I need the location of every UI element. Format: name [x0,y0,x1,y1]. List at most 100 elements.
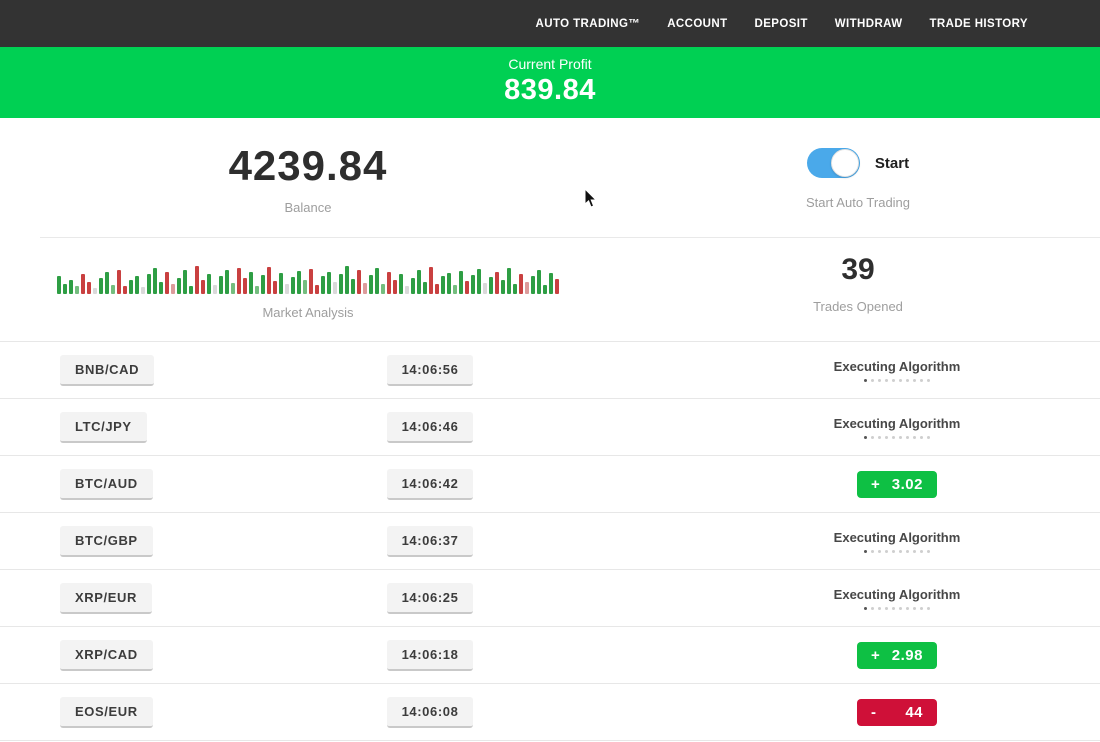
progress-dot [927,607,930,610]
result-sign: - [871,704,877,721]
status-cell: +2.98 [642,642,1100,669]
market-bar [273,281,277,294]
pair-badge: BTC/GBP [60,526,153,557]
status-cell: Executing Algorithm [642,416,1100,439]
progress-dot [878,436,881,439]
profit-banner-value: 839.84 [0,74,1100,107]
market-bar [369,275,373,294]
market-bar [453,285,457,294]
progress-dot [906,607,909,610]
nav-item-account[interactable]: ACCOUNT [667,18,727,30]
market-bar [153,268,157,294]
market-bar [105,272,109,294]
trade-row: BNB/CAD14:06:56Executing Algorithm [0,342,1100,399]
market-bar [399,274,403,294]
time-badge: 14:06:37 [387,526,474,557]
market-bar [297,271,301,294]
market-bar [147,274,151,294]
progress-dot [885,550,888,553]
market-bar [291,277,295,294]
result-value: 44 [905,704,923,721]
market-bar [417,270,421,294]
market-bar [411,278,415,294]
market-bar [183,270,187,294]
progress-dot [878,379,881,382]
trades-opened-stat: 39 Trades Opened [616,238,1100,341]
nav-item-withdraw[interactable]: WITHDRAW [835,18,903,30]
progress-dot [920,550,923,553]
market-bar [465,281,469,294]
market-bar [285,284,289,294]
executing-progress-dots [864,607,930,610]
progress-dot [892,550,895,553]
market-bar [231,283,235,294]
market-bar [63,284,67,294]
market-analysis-label: Market Analysis [0,305,616,320]
market-bar [99,278,103,294]
pair-badge: EOS/EUR [60,697,153,728]
market-bar [441,276,445,294]
market-bar [513,284,517,294]
status-cell: Executing Algorithm [642,530,1100,553]
market-bar [405,286,409,294]
trade-row: BTC/GBP 14:06:37 Executing Algorithm [0,513,1100,570]
market-bar [351,279,355,294]
market-bar [519,274,523,294]
nav-item-trade-history[interactable]: TRADE HISTORY [930,18,1029,30]
market-bar [363,283,367,294]
market-bar [87,282,91,294]
trade-row: EOS/EUR 14:06:08 - 44 [0,684,1100,741]
market-bar [75,286,79,294]
market-bar [339,274,343,294]
progress-dot [899,607,902,610]
progress-dot [927,379,930,382]
market-bar [261,275,265,294]
market-bar [543,285,547,294]
time-badge: 14:06:42 [387,469,474,500]
result-value: 2.98 [892,647,923,664]
executing-label: Executing Algorithm [834,530,961,545]
progress-dot [906,379,909,382]
market-bar [177,278,181,294]
trades-list: BNB/CAD14:06:56Executing AlgorithmLTC/JP… [0,341,1100,741]
market-bar [225,270,229,294]
result-sign: + [871,647,880,664]
executing-progress-dots [864,379,930,382]
market-bar [243,278,247,294]
progress-dot [892,379,895,382]
market-bar [201,280,205,294]
market-bar [129,280,133,294]
progress-dot [906,436,909,439]
executing-label: Executing Algorithm [834,587,961,602]
market-analysis-chart [0,262,616,294]
pair-badge: XRP/EUR [60,583,152,614]
market-bar [237,268,241,294]
market-bar [381,284,385,294]
market-bar [447,273,451,294]
market-bar [555,279,559,294]
time-badge: 14:06:46 [387,412,474,443]
market-bar [111,285,115,294]
nav-item-auto-trading-[interactable]: AUTO TRADING™ [536,18,641,30]
trades-opened-label: Trades Opened [616,299,1100,314]
nav-item-deposit[interactable]: DEPOSIT [755,18,808,30]
market-bar [159,282,163,294]
market-bar [321,276,325,294]
market-bar [495,272,499,294]
market-bar [357,270,361,294]
executing-progress-dots [864,436,930,439]
market-bar [501,280,505,294]
time-badge: 14:06:08 [387,697,474,728]
market-bar [81,274,85,294]
progress-dot [913,379,916,382]
progress-dot [899,379,902,382]
status-cell: Executing Algorithm [642,359,1100,382]
market-bar [507,268,511,294]
auto-trading-toggle[interactable] [807,148,860,178]
status-cell: - 44 [642,699,1100,726]
market-bar [393,280,397,294]
trade-row: XRP/EUR14:06:25Executing Algorithm [0,570,1100,627]
market-bar [213,285,217,294]
market-bar [303,280,307,294]
market-bar [195,266,199,294]
